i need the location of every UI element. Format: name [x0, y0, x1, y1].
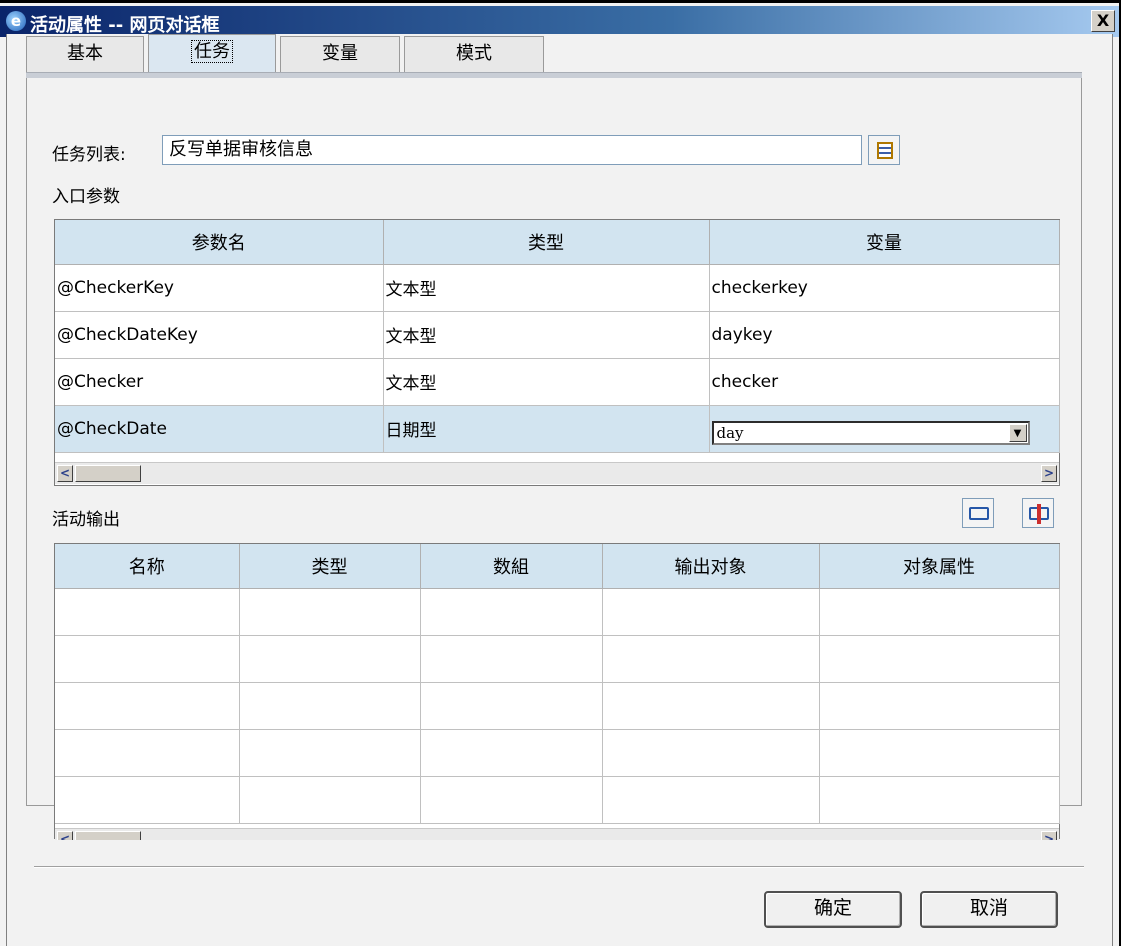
remove-output-icon-bar [1037, 504, 1041, 524]
tab-variables-label: 变量 [322, 43, 358, 64]
output-cell[interactable] [819, 729, 1060, 777]
output-cell[interactable] [420, 682, 603, 730]
output-cell[interactable] [239, 729, 421, 777]
add-output-icon [969, 507, 989, 520]
cancel-button[interactable]: 取消 [920, 891, 1058, 928]
tab-task[interactable]: 任务 [148, 34, 276, 72]
scroll-right-icon[interactable]: > [1041, 831, 1057, 840]
output-cell[interactable] [239, 682, 421, 730]
variable-dropdown[interactable]: day ▼ [711, 420, 1030, 445]
activity-output-table: 名称 类型 数組 输出对象 对象属性 < > [54, 543, 1060, 840]
list-icon [877, 142, 893, 159]
output-cell[interactable] [420, 776, 603, 824]
output-cell[interactable] [819, 588, 1060, 636]
table-row[interactable] [55, 729, 1060, 777]
scroll-right-icon[interactable]: > [1041, 465, 1057, 482]
output-cell[interactable] [55, 682, 240, 730]
output-cell[interactable] [602, 635, 820, 683]
output-cell[interactable] [239, 635, 421, 683]
tab-basic-label: 基本 [67, 43, 103, 64]
ie-icon: e [6, 11, 26, 31]
table-row[interactable]: @CheckerKey 文本型 checkerkey [55, 264, 1060, 312]
tab-basic[interactable]: 基本 [26, 36, 144, 72]
output-cell[interactable] [239, 588, 421, 636]
param-name-cell: @CheckDateKey [55, 311, 384, 359]
add-output-button[interactable] [962, 498, 994, 528]
title-bar: e 活动属性 -- 网页对话框 X [0, 6, 1119, 37]
column-header-output-object[interactable]: 输出对象 [602, 544, 820, 589]
activity-output-header: 名称 类型 数組 输出对象 对象属性 [55, 544, 1060, 589]
entry-params-header: 参数名 类型 变量 [55, 220, 1060, 265]
param-type-cell: 日期型 [383, 405, 710, 453]
table-row[interactable]: @CheckDateKey 文本型 daykey [55, 311, 1060, 359]
column-header-type[interactable]: 类型 [383, 220, 710, 265]
param-name-cell: @Checker [55, 358, 384, 406]
scroll-left-icon[interactable]: < [57, 465, 73, 482]
param-variable-cell[interactable]: checker [709, 358, 1060, 406]
table-row[interactable] [55, 588, 1060, 636]
task-list-label: 任务列表: [52, 145, 126, 165]
tab-task-label: 任务 [191, 40, 233, 63]
table-row[interactable] [55, 776, 1060, 824]
remove-output-button[interactable] [1022, 498, 1054, 528]
output-cell[interactable] [55, 588, 240, 636]
entry-params-label: 入口参数 [52, 187, 120, 207]
column-header-type[interactable]: 类型 [239, 544, 421, 589]
output-cell[interactable] [602, 588, 820, 636]
output-cell[interactable] [602, 682, 820, 730]
output-cell[interactable] [819, 682, 1060, 730]
output-cell[interactable] [602, 776, 820, 824]
column-header-array[interactable]: 数組 [420, 544, 603, 589]
table-row[interactable]: @Checker 文本型 checker [55, 358, 1060, 406]
output-cell[interactable] [55, 776, 240, 824]
output-cell[interactable] [55, 729, 240, 777]
output-cell[interactable] [420, 729, 603, 777]
param-type-cell: 文本型 [383, 311, 710, 359]
column-header-name[interactable]: 名称 [55, 544, 240, 589]
output-cell[interactable] [420, 588, 603, 636]
column-header-object-property[interactable]: 对象属性 [819, 544, 1060, 589]
column-header-variable[interactable]: 变量 [709, 220, 1060, 265]
output-cell[interactable] [819, 776, 1060, 824]
tab-variables[interactable]: 变量 [280, 36, 400, 72]
output-cell[interactable] [55, 635, 240, 683]
tab-mode-label: 模式 [456, 43, 492, 64]
close-button[interactable]: X [1091, 10, 1115, 32]
scroll-left-icon[interactable]: < [57, 831, 73, 840]
column-header-param-name[interactable]: 参数名 [55, 220, 384, 265]
entry-params-table: 参数名 类型 变量 @CheckerKey 文本型 checkerkey @Ch… [54, 219, 1060, 486]
param-name-cell: @CheckDate [55, 405, 384, 453]
ok-button[interactable]: 确定 [764, 891, 902, 928]
chevron-down-icon[interactable]: ▼ [1008, 423, 1027, 442]
table-row[interactable] [55, 635, 1060, 683]
param-type-cell: 文本型 [383, 358, 710, 406]
tab-mode[interactable]: 模式 [404, 36, 544, 72]
scroll-thumb[interactable] [75, 831, 141, 840]
footer-separator [34, 866, 1084, 868]
scroll-thumb[interactable] [75, 465, 141, 482]
param-type-cell: 文本型 [383, 264, 710, 312]
output-cell[interactable] [819, 635, 1060, 683]
param-variable-cell[interactable]: daykey [709, 311, 1060, 359]
entry-params-hscrollbar[interactable]: < > [55, 462, 1059, 484]
task-list-field[interactable]: 反写单据审核信息 [162, 135, 862, 165]
table-row[interactable] [55, 682, 1060, 730]
variable-dropdown-value: day [716, 423, 744, 442]
activity-output-label: 活动输出 [52, 510, 120, 530]
table-row-selected[interactable]: @CheckDate 日期型 day ▼ [55, 405, 1060, 453]
param-variable-cell: day ▼ [709, 405, 1060, 453]
param-variable-cell[interactable]: checkerkey [709, 264, 1060, 312]
output-cell[interactable] [420, 635, 603, 683]
task-picker-button[interactable] [868, 135, 900, 165]
param-name-cell: @CheckerKey [55, 264, 384, 312]
activity-output-hscrollbar[interactable]: < > [55, 828, 1059, 840]
output-cell[interactable] [602, 729, 820, 777]
tab-strip: 基本 任务 变量 模式 [26, 34, 1086, 72]
output-cell[interactable] [239, 776, 421, 824]
